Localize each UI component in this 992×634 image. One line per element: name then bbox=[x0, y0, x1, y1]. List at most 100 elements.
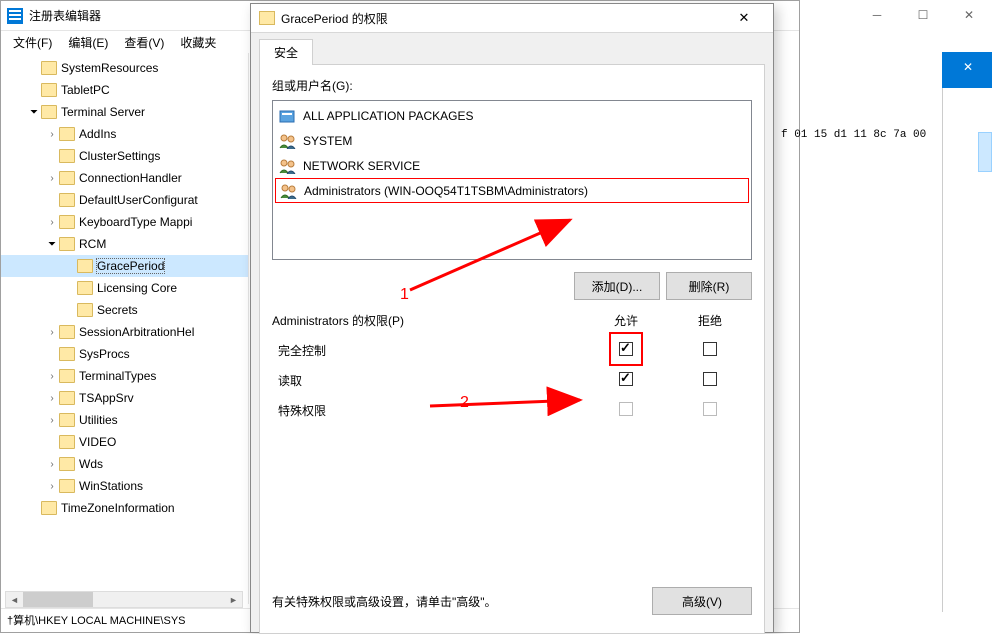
menu-edit[interactable]: 编辑(E) bbox=[60, 32, 116, 53]
chevron-icon[interactable]: › bbox=[45, 481, 59, 492]
scroll-right-icon[interactable]: ► bbox=[225, 592, 242, 607]
deny-checkbox[interactable] bbox=[703, 372, 717, 386]
tab-security[interactable]: 安全 bbox=[259, 39, 313, 65]
tree-item-connectionhandler[interactable]: › ConnectionHandler bbox=[1, 167, 248, 189]
permission-name: 完全控制 bbox=[272, 342, 584, 359]
tree-item-label: GracePeriod bbox=[97, 259, 164, 273]
tree-item-label: Licensing Core bbox=[97, 281, 177, 295]
folder-icon bbox=[259, 11, 275, 25]
tree-item-systemresources[interactable]: SystemResources bbox=[1, 57, 248, 79]
tree-item-tsappsrv[interactable]: › TSAppSrv bbox=[1, 387, 248, 409]
chevron-icon[interactable]: › bbox=[45, 327, 59, 338]
folder-icon bbox=[59, 479, 75, 493]
bg-maximize-button[interactable]: ☐ bbox=[900, 0, 946, 30]
chevron-icon[interactable]: › bbox=[45, 415, 59, 426]
folder-icon bbox=[77, 281, 93, 295]
chevron-icon[interactable]: ⏷ bbox=[27, 107, 41, 118]
tree-item-video[interactable]: VIDEO bbox=[1, 431, 248, 453]
bg-ribbon: ✕ bbox=[942, 52, 992, 88]
tree-item-terminal-server[interactable]: ⏷ Terminal Server bbox=[1, 101, 248, 123]
bg-ribbon-close-icon[interactable]: ✕ bbox=[948, 60, 988, 74]
advanced-help-text: 有关特殊权限或高级设置，请单击"高级"。 bbox=[272, 593, 652, 610]
group-row[interactable]: SYSTEM bbox=[275, 128, 749, 153]
tree-item-label: KeyboardType Mappi bbox=[79, 215, 192, 229]
group-label: ALL APPLICATION PACKAGES bbox=[303, 109, 474, 123]
package-icon bbox=[279, 108, 297, 124]
bg-selection-fragment bbox=[978, 132, 992, 172]
scroll-thumb[interactable] bbox=[23, 592, 93, 607]
tree-item-utilities[interactable]: ›Utilities bbox=[1, 409, 248, 431]
tree-item-terminaltypes[interactable]: ›TerminalTypes bbox=[1, 365, 248, 387]
permission-name: 特殊权限 bbox=[272, 402, 584, 419]
tree-item-label: ClusterSettings bbox=[79, 149, 160, 163]
add-button[interactable]: 添加(D)... bbox=[574, 272, 660, 300]
folder-icon bbox=[41, 83, 57, 97]
permission-row: 完全控制 bbox=[272, 335, 752, 365]
tree-item-sessionarbitrationhel[interactable]: ›SessionArbitrationHel bbox=[1, 321, 248, 343]
folder-icon bbox=[77, 259, 93, 273]
tree-item-rcm[interactable]: ⏷RCM bbox=[1, 233, 248, 255]
tree-item-licensing-core[interactable]: Licensing Core bbox=[1, 277, 248, 299]
tree-item-keyboardtype-mappi[interactable]: › KeyboardType Mappi bbox=[1, 211, 248, 233]
folder-icon bbox=[59, 127, 75, 141]
groups-listbox[interactable]: ALL APPLICATION PACKAGES SYSTEM NETWORK SE… bbox=[272, 100, 752, 260]
tree-item-clustersettings[interactable]: ClusterSettings bbox=[1, 145, 248, 167]
tree-horizontal-scrollbar[interactable]: ◄ ► bbox=[5, 591, 243, 608]
tree-item-winstations[interactable]: ›WinStations bbox=[1, 475, 248, 497]
tree-item-graceperiod[interactable]: GracePeriod bbox=[1, 255, 248, 277]
close-button[interactable]: ✕ bbox=[723, 10, 765, 26]
tree-item-tabletpc[interactable]: TabletPC bbox=[1, 79, 248, 101]
group-row[interactable]: Administrators (WIN-OOQ54T1TSBM\Administ… bbox=[275, 178, 749, 203]
tree-panel[interactable]: SystemResourcesTabletPC⏷Terminal Server›… bbox=[1, 53, 249, 604]
allow-checkbox[interactable] bbox=[619, 372, 633, 386]
menu-favorites[interactable]: 收藏夹 bbox=[172, 32, 224, 53]
bg-close-button[interactable]: ✕ bbox=[946, 0, 992, 30]
chevron-icon[interactable]: › bbox=[45, 129, 59, 140]
chevron-icon[interactable]: ⏷ bbox=[45, 239, 59, 250]
remove-button[interactable]: 删除(R) bbox=[666, 272, 752, 300]
tree-item-sysprocs[interactable]: SysProcs bbox=[1, 343, 248, 365]
group-label: SYSTEM bbox=[303, 134, 352, 148]
data-cell-value: f 01 15 d1 11 8c 7a 00 bbox=[781, 129, 926, 141]
tree-item-addins[interactable]: ›AddIns bbox=[1, 123, 248, 145]
permission-row: 特殊权限 bbox=[272, 395, 752, 425]
tree-item-timezoneinformation[interactable]: TimeZoneInformation bbox=[1, 497, 248, 519]
tree-item-wds[interactable]: ›Wds bbox=[1, 453, 248, 475]
tree-item-label: ConnectionHandler bbox=[79, 171, 182, 185]
permissions-table: 完全控制读取特殊权限 bbox=[272, 335, 752, 425]
tree-item-secrets[interactable]: Secrets bbox=[1, 299, 248, 321]
group-row[interactable]: NETWORK SERVICE bbox=[275, 153, 749, 178]
menu-file[interactable]: 文件(F) bbox=[5, 32, 60, 53]
tree-item-label: Terminal Server bbox=[61, 105, 145, 119]
folder-icon bbox=[59, 171, 75, 185]
folder-icon bbox=[59, 435, 75, 449]
permissions-title: GracePeriod 的权限 bbox=[281, 10, 388, 27]
allow-checkbox[interactable] bbox=[619, 342, 633, 356]
menu-view[interactable]: 查看(V) bbox=[116, 32, 172, 53]
chevron-icon[interactable]: › bbox=[45, 217, 59, 228]
chevron-icon[interactable]: › bbox=[45, 371, 59, 382]
regedit-icon bbox=[7, 8, 23, 24]
tree-item-label: SysProcs bbox=[79, 347, 130, 361]
chevron-icon[interactable]: › bbox=[45, 393, 59, 404]
tree-item-label: VIDEO bbox=[79, 435, 116, 449]
deny-checkbox[interactable] bbox=[703, 342, 717, 356]
chevron-icon[interactable]: › bbox=[45, 173, 59, 184]
folder-icon bbox=[59, 391, 75, 405]
regedit-title: 注册表编辑器 bbox=[29, 7, 101, 24]
chevron-icon[interactable]: › bbox=[45, 459, 59, 470]
permissions-titlebar[interactable]: GracePeriod 的权限 ✕ bbox=[251, 4, 773, 33]
group-label: NETWORK SERVICE bbox=[303, 159, 420, 173]
scroll-left-icon[interactable]: ◄ bbox=[6, 592, 23, 607]
folder-icon bbox=[41, 105, 57, 119]
advanced-button[interactable]: 高级(V) bbox=[652, 587, 752, 615]
folder-icon bbox=[59, 149, 75, 163]
annotation-number-2: 2 bbox=[460, 394, 469, 412]
tree-item-label: TSAppSrv bbox=[79, 391, 134, 405]
folder-icon bbox=[59, 369, 75, 383]
group-row[interactable]: ALL APPLICATION PACKAGES bbox=[275, 103, 749, 128]
folder-icon bbox=[41, 501, 57, 515]
folder-icon bbox=[59, 413, 75, 427]
tree-item-defaultuserconfigurat[interactable]: DefaultUserConfigurat bbox=[1, 189, 248, 211]
bg-minimize-button[interactable]: ─ bbox=[854, 0, 900, 30]
